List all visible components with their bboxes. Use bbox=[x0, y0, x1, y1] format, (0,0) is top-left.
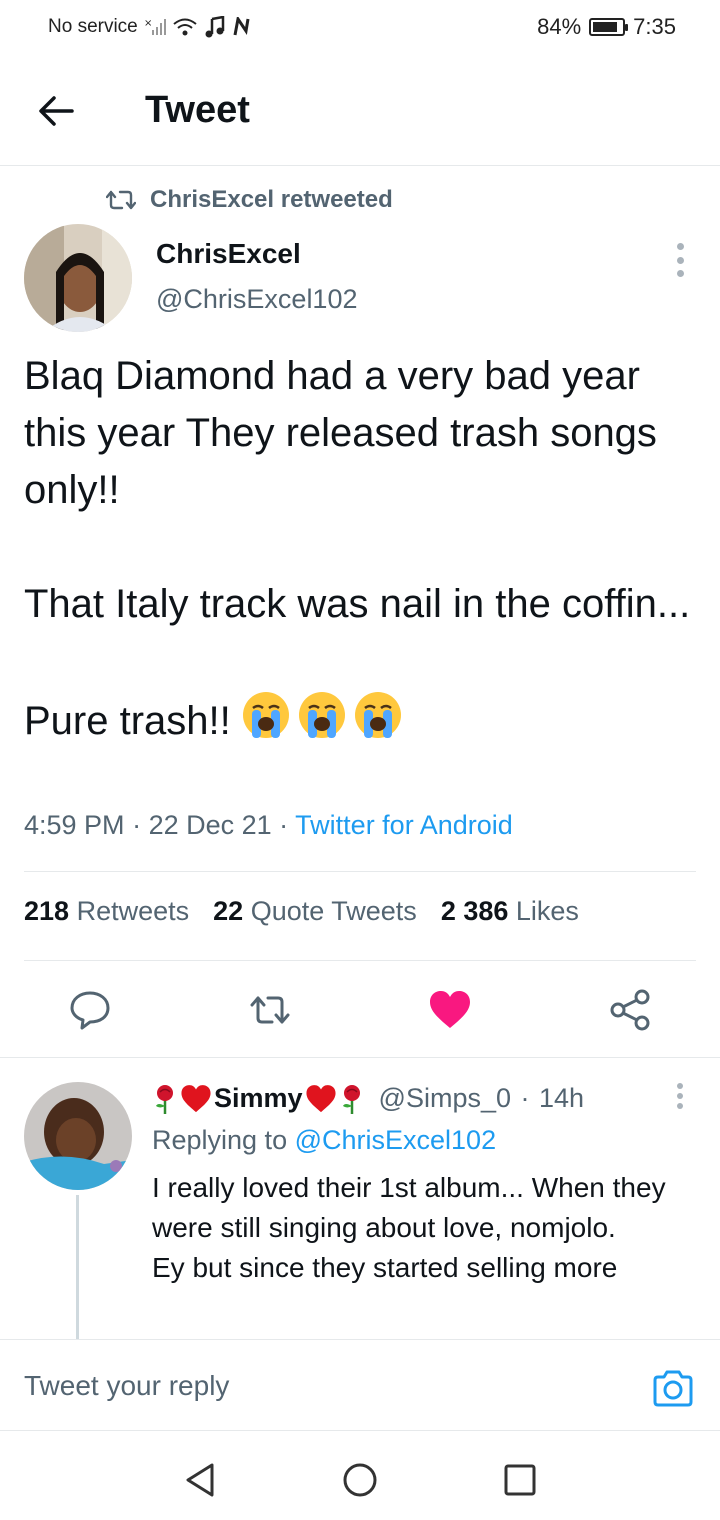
red-heart-icon bbox=[306, 1084, 336, 1112]
battery-icon bbox=[589, 18, 629, 36]
tweet-body: Blaq Diamond had a very bad year this ye… bbox=[24, 348, 704, 750]
red-heart-icon bbox=[181, 1084, 211, 1112]
quotes-count: 22 bbox=[213, 896, 244, 926]
likes-count: 2 386 bbox=[440, 896, 509, 926]
reply-header: Simmy @Simps_0 · 14h bbox=[152, 1083, 584, 1114]
reply-composer: Tweet your reply bbox=[0, 1339, 720, 1431]
clock: 7:35 bbox=[633, 14, 676, 39]
nav-home-icon[interactable] bbox=[342, 1462, 378, 1498]
rose-icon bbox=[156, 1084, 173, 1114]
reply-dot: · bbox=[513, 1083, 538, 1113]
retweet-banner[interactable]: ChrisExcel retweeted bbox=[106, 186, 393, 214]
reply-more-options-icon[interactable] bbox=[675, 1083, 685, 1109]
divider bbox=[24, 960, 696, 961]
retweets-label: Retweets bbox=[76, 896, 190, 926]
replying-to: Replying to @ChrisExcel102 bbox=[152, 1125, 496, 1156]
reply-author-name[interactable]: Simmy bbox=[214, 1083, 303, 1114]
likes-stat[interactable]: 2 386 Likes bbox=[441, 896, 579, 927]
share-icon[interactable] bbox=[608, 988, 652, 1032]
svg-text:×: × bbox=[144, 18, 152, 29]
reply-input[interactable]: Tweet your reply bbox=[24, 1370, 229, 1402]
quotes-stat[interactable]: 22 Quote Tweets bbox=[213, 896, 417, 927]
back-arrow-icon[interactable] bbox=[36, 90, 78, 132]
thread-line bbox=[76, 1195, 79, 1340]
wifi-icon bbox=[173, 18, 197, 36]
replying-prefix: Replying to bbox=[152, 1125, 288, 1155]
reply-author-handle[interactable]: @Simps_0 bbox=[379, 1083, 511, 1114]
retweet-icon[interactable] bbox=[248, 988, 292, 1032]
tweet-text: Blaq Diamond had a very bad year this ye… bbox=[24, 354, 691, 743]
reply-time: 14h bbox=[539, 1083, 585, 1113]
author-avatar-image bbox=[24, 224, 132, 332]
tweet-time: 4:59 PM bbox=[24, 810, 125, 840]
replying-to-handle[interactable]: @ChrisExcel102 bbox=[295, 1125, 497, 1155]
loudly-crying-face-icon bbox=[298, 692, 345, 738]
battery-fill bbox=[593, 22, 617, 32]
rose-icon bbox=[342, 1084, 360, 1114]
retweet-small-icon bbox=[106, 190, 136, 210]
reply-avatar[interactable] bbox=[24, 1082, 132, 1190]
system-nav-bar bbox=[0, 1432, 720, 1520]
camera-icon[interactable] bbox=[652, 1368, 694, 1408]
tweet-actions bbox=[0, 980, 720, 1040]
tweet-more-options-icon[interactable] bbox=[675, 243, 685, 277]
quotes-label: Quote Tweets bbox=[250, 896, 417, 926]
top-app-bar: Tweet bbox=[0, 56, 720, 166]
n-notification-icon bbox=[233, 17, 250, 36]
signal-icon: × bbox=[144, 18, 166, 35]
nav-back-icon[interactable] bbox=[182, 1462, 218, 1498]
loudly-crying-face-icon bbox=[242, 692, 289, 738]
author-handle[interactable]: @ChrisExcel102 bbox=[156, 284, 358, 315]
retweet-banner-text: ChrisExcel retweeted bbox=[150, 186, 393, 213]
author-name[interactable]: ChrisExcel bbox=[156, 238, 301, 270]
heart-icon[interactable] bbox=[428, 988, 472, 1032]
retweets-stat[interactable]: 218 Retweets bbox=[24, 896, 189, 927]
retweets-count: 218 bbox=[24, 896, 70, 926]
status-bar: No service × 84% 7:35 bbox=[0, 0, 720, 56]
tweet-emoji-row bbox=[241, 690, 403, 740]
nav-recents-icon[interactable] bbox=[502, 1462, 538, 1498]
divider bbox=[24, 871, 696, 872]
reply-avatar-image bbox=[24, 1082, 132, 1190]
carrier-text: No service bbox=[48, 16, 138, 37]
page-title: Tweet bbox=[145, 89, 250, 131]
loudly-crying-face-icon bbox=[354, 692, 401, 738]
tweet-stats: 218 Retweets 22 Quote Tweets 2 386 Likes bbox=[24, 896, 579, 927]
comment-icon[interactable] bbox=[68, 988, 112, 1032]
status-right: 84% 7:35 bbox=[537, 14, 676, 40]
divider bbox=[0, 1057, 720, 1058]
tweet-date: 22 Dec 21 bbox=[148, 810, 272, 840]
tweet-meta: 4:59 PM · 22 Dec 21 · Twitter for Androi… bbox=[24, 810, 513, 840]
reply-text: I really loved their 1st album... When t… bbox=[152, 1172, 666, 1283]
author-avatar[interactable] bbox=[24, 224, 132, 332]
tweet-source-link[interactable]: Twitter for Android bbox=[295, 810, 513, 840]
music-note-icon bbox=[205, 16, 224, 38]
status-left: No service × bbox=[48, 16, 252, 38]
battery-percent: 84% bbox=[537, 14, 582, 39]
likes-label: Likes bbox=[515, 896, 579, 926]
